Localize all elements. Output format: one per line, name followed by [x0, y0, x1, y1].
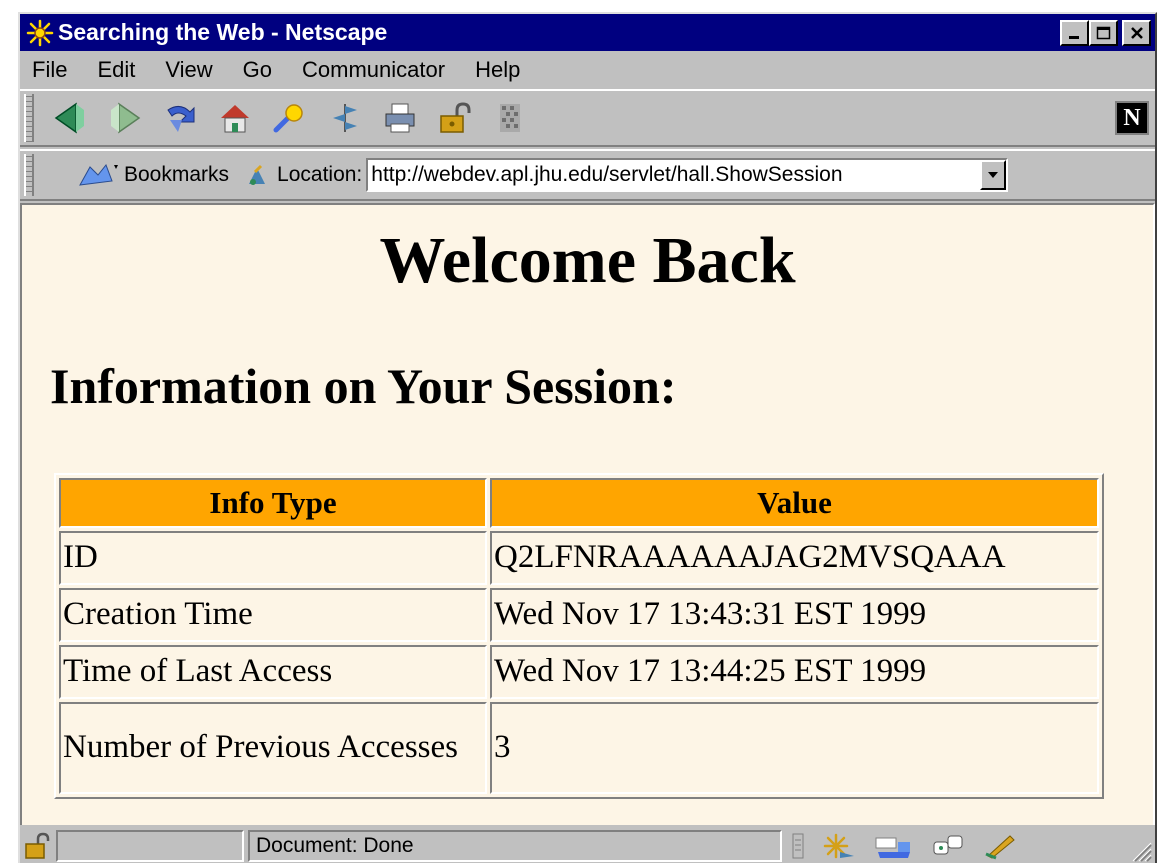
menu-bar: File Edit View Go Communicator Help — [20, 53, 1155, 87]
resize-grip-icon[interactable] — [1129, 839, 1153, 863]
table-cell-value: Wed Nov 17 13:43:31 EST 1999 — [490, 588, 1099, 642]
table-row: ID Q2LFNRAAAAAAJAG2MVSQAAA — [59, 531, 1099, 585]
location-toolbar-grip[interactable] — [24, 154, 34, 196]
maximize-button[interactable] — [1089, 19, 1118, 46]
reload-icon — [167, 106, 195, 132]
component-bar-grip-icon[interactable] — [792, 832, 804, 860]
bookmarks-icon[interactable] — [76, 161, 120, 189]
location-label: Location: — [277, 163, 363, 186]
close-button[interactable] — [1122, 19, 1151, 46]
minimize-icon — [1068, 35, 1079, 39]
location-url-text: http://webdev.apl.jhu.edu/servlet/hall.S… — [371, 163, 843, 186]
table-cell-value: Q2LFNRAAAAAAJAG2MVSQAAA — [490, 531, 1099, 585]
navigator-icon[interactable] — [822, 832, 856, 860]
bookmarks-button[interactable]: Bookmarks — [124, 163, 229, 187]
security-lock-button[interactable] — [22, 830, 54, 862]
forward-button[interactable] — [106, 99, 144, 137]
print-button[interactable] — [381, 99, 419, 137]
security-button[interactable] — [436, 99, 474, 137]
forward-icon — [111, 102, 141, 134]
table-row: Creation Time Wed Nov 17 13:43:31 EST 19… — [59, 588, 1099, 642]
table-row: Number of Previous Accesses 3 — [59, 702, 1099, 794]
window-title: Searching the Web - Netscape — [58, 19, 388, 45]
back-button[interactable] — [51, 99, 89, 137]
menu-go[interactable]: Go — [228, 57, 287, 83]
netscape-app-icon[interactable] — [26, 19, 54, 47]
netscape-logo[interactable]: N — [1115, 101, 1149, 135]
close-icon — [1130, 26, 1143, 39]
page-proxy-icon[interactable] — [245, 162, 269, 188]
chevron-down-icon — [988, 172, 999, 178]
menu-file[interactable]: File — [20, 57, 82, 83]
component-bar — [788, 832, 1118, 860]
table-cell-value: Wed Nov 17 13:44:25 EST 1999 — [490, 645, 1099, 699]
stop-button[interactable] — [491, 99, 529, 137]
table-cell-info-type: Time of Last Access — [59, 645, 487, 699]
print-icon — [385, 103, 415, 133]
menu-edit[interactable]: Edit — [82, 57, 150, 83]
location-url-input[interactable]: http://webdev.apl.jhu.edu/servlet/hall.S… — [366, 158, 1009, 192]
page-heading: Welcome Back — [379, 224, 796, 297]
guide-button[interactable] — [326, 99, 364, 137]
composer-icon[interactable] — [984, 832, 1018, 860]
column-header-info-type: Info Type — [59, 478, 487, 528]
location-toolbar: Bookmarks Location: http://webdev.apl.jh… — [20, 149, 1155, 201]
back-icon — [54, 102, 84, 134]
stop-icon — [500, 104, 520, 132]
home-button[interactable] — [216, 99, 254, 137]
search-icon — [273, 104, 303, 133]
browser-window: Searching the Web - Netscape File Edit V… — [18, 12, 1157, 863]
column-header-value: Value — [490, 478, 1099, 528]
maximize-icon — [1096, 26, 1110, 39]
session-info-table: Info Type Value ID Q2LFNRAAAAAAJAG2MVSQA… — [54, 473, 1104, 799]
guide-icon — [333, 104, 357, 132]
search-button[interactable] — [271, 99, 309, 137]
table-cell-info-type: Number of Previous Accesses — [59, 702, 487, 794]
open-lock-icon — [25, 832, 50, 859]
table-cell-info-type: ID — [59, 531, 487, 585]
progress-bar — [56, 830, 244, 862]
page-subheading: Information on Your Session: — [50, 358, 677, 414]
table-header-row: Info Type Value — [59, 478, 1099, 528]
status-bar: Document: Done — [20, 827, 1155, 865]
table-cell-value: 3 — [490, 702, 1099, 794]
menu-help[interactable]: Help — [460, 57, 535, 83]
navigation-toolbar: N — [20, 89, 1155, 147]
toolbar-grip[interactable] — [24, 94, 34, 142]
minimize-button[interactable] — [1060, 19, 1089, 46]
menu-view[interactable]: View — [150, 57, 227, 83]
table-row: Time of Last Access Wed Nov 17 13:44:25 … — [59, 645, 1099, 699]
discussion-groups-icon[interactable] — [932, 832, 966, 860]
page-content[interactable]: Welcome Back Information on Your Session… — [20, 203, 1155, 825]
home-icon — [221, 105, 249, 133]
security-icon — [440, 102, 471, 133]
menu-communicator[interactable]: Communicator — [287, 57, 460, 83]
url-dropdown-button[interactable] — [980, 160, 1007, 190]
reload-button[interactable] — [161, 99, 199, 137]
status-text: Document: Done — [248, 830, 782, 862]
table-cell-info-type: Creation Time — [59, 588, 487, 642]
mailbox-icon[interactable] — [874, 832, 914, 860]
title-bar[interactable]: Searching the Web - Netscape — [20, 14, 1155, 51]
